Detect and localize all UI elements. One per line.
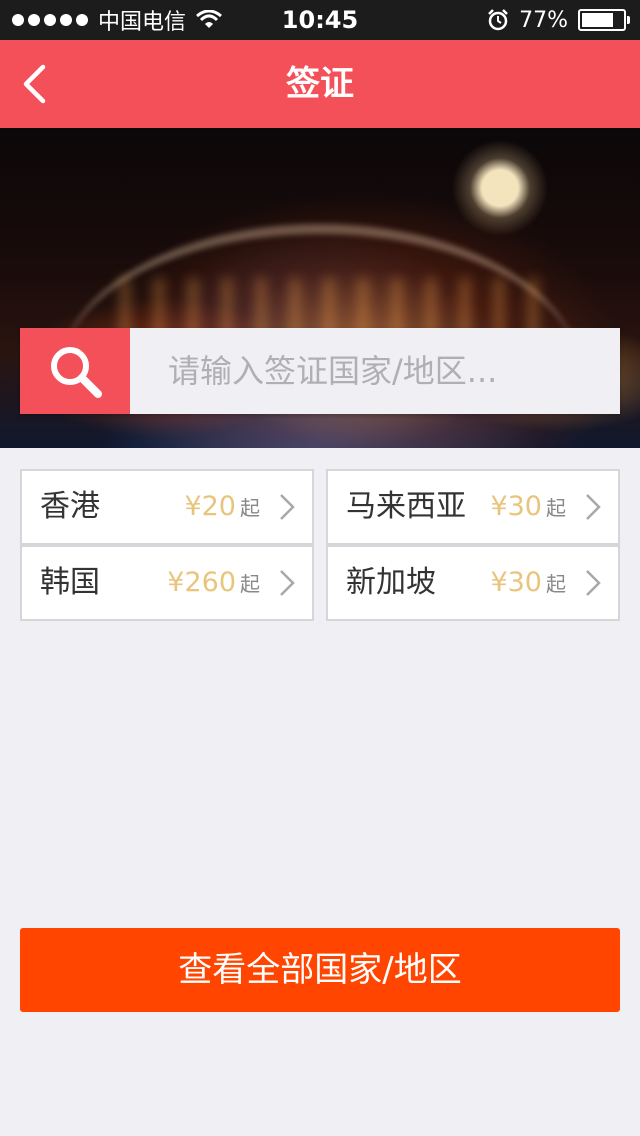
destination-price: ¥20: [184, 491, 236, 522]
view-all-regions-button[interactable]: 查看全部国家/地区: [20, 928, 620, 1012]
chevron-right-icon: [586, 570, 601, 596]
battery-percentage: 77%: [519, 7, 568, 33]
destination-name: 马来西亚: [346, 489, 466, 524]
destination-card-korea[interactable]: 韩国 ¥260 起: [20, 545, 314, 621]
search-icon: [51, 347, 102, 398]
chevron-right-icon: [586, 494, 601, 520]
price-suffix: 起: [240, 572, 260, 596]
chevron-right-icon: [280, 494, 295, 520]
status-bar: 中国电信 10:45 77%: [0, 0, 640, 40]
price-suffix: 起: [546, 572, 566, 596]
destination-price: ¥30: [490, 567, 542, 598]
alarm-icon: [488, 9, 508, 31]
price-suffix: 起: [240, 496, 260, 520]
price-suffix: 起: [546, 496, 566, 520]
battery-fill: [582, 13, 613, 27]
destination-name: 韩国: [40, 565, 100, 600]
destination-price: ¥260: [167, 567, 236, 598]
destination-card-malaysia[interactable]: 马来西亚 ¥30 起: [326, 469, 620, 545]
page-title: 签证: [286, 64, 354, 104]
search-button[interactable]: [20, 328, 130, 414]
destination-card-hongkong[interactable]: 香港 ¥20 起: [20, 469, 314, 545]
battery-icon: [578, 9, 630, 31]
destination-card-singapore[interactable]: 新加坡 ¥30 起: [326, 545, 620, 621]
destination-price: ¥30: [490, 491, 542, 522]
search-input[interactable]: [130, 328, 620, 414]
search-bar: [20, 328, 620, 414]
nav-bar: 签证: [0, 40, 640, 128]
destination-name: 香港: [40, 489, 100, 524]
destination-name: 新加坡: [346, 565, 436, 600]
status-right: 77%: [487, 6, 630, 34]
chevron-right-icon: [280, 570, 295, 596]
